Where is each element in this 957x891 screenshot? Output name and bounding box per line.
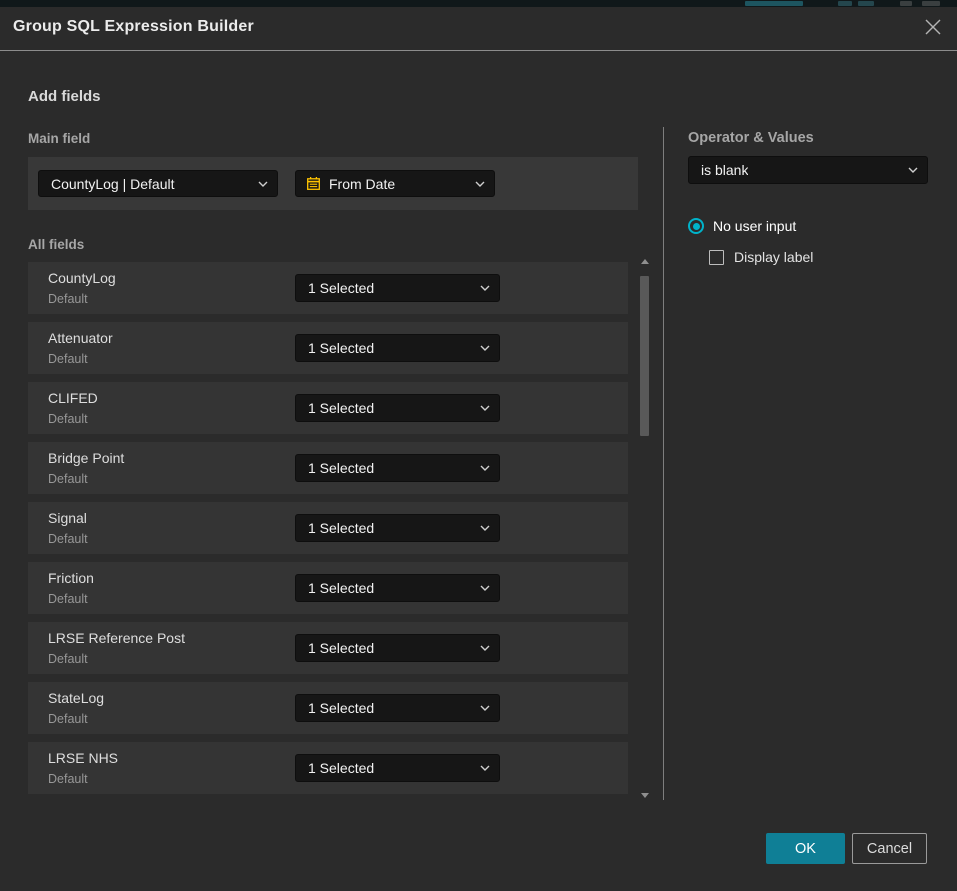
close-button[interactable]	[920, 16, 946, 42]
display-label-checkbox[interactable]: Display label	[709, 249, 813, 265]
field-selected-dropdown[interactable]: 1 Selected	[295, 634, 500, 662]
field-subtitle: Default	[48, 352, 88, 366]
background-fragment	[838, 1, 852, 6]
field-name: StateLog	[48, 690, 104, 706]
scroll-down-arrow-icon[interactable]	[641, 793, 649, 798]
field-subtitle: Default	[48, 712, 88, 726]
field-name: Bridge Point	[48, 450, 124, 466]
field-selected-dropdown[interactable]: 1 Selected	[295, 394, 500, 422]
main-field-field-select[interactable]: From Date	[295, 170, 495, 197]
field-row: Bridge Point Default 1 Selected	[28, 442, 628, 494]
ok-button[interactable]: OK	[766, 833, 845, 864]
field-row: LRSE Reference Post Default 1 Selected	[28, 622, 628, 674]
cancel-button[interactable]: Cancel	[852, 833, 927, 864]
group-sql-expression-builder-dialog: Group SQL Expression Builder Add fields …	[0, 7, 957, 891]
field-name: Signal	[48, 510, 87, 526]
field-subtitle: Default	[48, 532, 88, 546]
field-selected-dropdown[interactable]: 1 Selected	[295, 754, 500, 782]
panel-divider	[663, 127, 664, 800]
list-scrollbar[interactable]	[637, 256, 652, 801]
display-label-label: Display label	[734, 249, 813, 265]
screen: Group SQL Expression Builder Add fields …	[0, 0, 957, 891]
field-name: LRSE NHS	[48, 750, 118, 766]
field-subtitle: Default	[48, 292, 88, 306]
chevron-down-icon	[480, 465, 490, 471]
field-row: CLIFED Default 1 Selected	[28, 382, 628, 434]
field-name: CountyLog	[48, 270, 116, 286]
dialog-title: Group SQL Expression Builder	[13, 18, 254, 36]
header-divider	[0, 50, 957, 51]
field-row: LRSE NHS Default 1 Selected	[28, 742, 628, 794]
dialog-header: Group SQL Expression Builder	[0, 7, 957, 50]
main-field-source-select[interactable]: CountyLog | Default	[38, 170, 278, 197]
chevron-down-icon	[480, 525, 490, 531]
chevron-down-icon	[480, 705, 490, 711]
field-row: Friction Default 1 Selected	[28, 562, 628, 614]
scroll-up-arrow-icon[interactable]	[641, 259, 649, 264]
chevron-down-icon	[475, 181, 485, 187]
chevron-down-icon	[480, 405, 490, 411]
radio-selected-icon	[688, 218, 704, 234]
field-selected-value: 1 Selected	[296, 520, 374, 536]
field-row: Signal Default 1 Selected	[28, 502, 628, 554]
field-subtitle: Default	[48, 772, 88, 786]
field-subtitle: Default	[48, 652, 88, 666]
field-subtitle: Default	[48, 472, 88, 486]
field-selected-value: 1 Selected	[296, 400, 374, 416]
background-fragment	[922, 1, 940, 6]
background-fragment	[858, 1, 874, 6]
background-fragment	[745, 1, 803, 6]
field-row: StateLog Default 1 Selected	[28, 682, 628, 734]
chevron-down-icon	[480, 345, 490, 351]
field-selected-dropdown[interactable]: 1 Selected	[295, 694, 500, 722]
background-app-strip	[0, 0, 957, 7]
operator-select[interactable]: is blank	[688, 156, 928, 184]
chevron-down-icon	[908, 167, 918, 173]
field-selected-value: 1 Selected	[296, 760, 374, 776]
field-selected-value: 1 Selected	[296, 580, 374, 596]
field-subtitle: Default	[48, 592, 88, 606]
close-icon	[923, 17, 943, 42]
chevron-down-icon	[480, 285, 490, 291]
chevron-down-icon	[258, 181, 268, 187]
field-name: Attenuator	[48, 330, 113, 346]
field-selected-value: 1 Selected	[296, 700, 374, 716]
main-field-field-value: From Date	[319, 176, 395, 192]
field-selected-value: 1 Selected	[296, 460, 374, 476]
field-selected-value: 1 Selected	[296, 280, 374, 296]
all-fields-list: CountyLog Default 1 Selected Attenuator …	[28, 262, 628, 802]
main-field-label: Main field	[28, 131, 90, 146]
field-name: CLIFED	[48, 390, 98, 406]
field-name: Friction	[48, 570, 94, 586]
no-user-input-label: No user input	[713, 218, 796, 234]
field-selected-value: 1 Selected	[296, 340, 374, 356]
all-fields-label: All fields	[28, 237, 84, 252]
main-field-source-value: CountyLog | Default	[39, 176, 175, 192]
no-user-input-radio[interactable]: No user input	[688, 218, 796, 234]
checkbox-unchecked-icon	[709, 250, 724, 265]
field-selected-dropdown[interactable]: 1 Selected	[295, 274, 500, 302]
chevron-down-icon	[480, 585, 490, 591]
field-selected-dropdown[interactable]: 1 Selected	[295, 574, 500, 602]
field-selected-dropdown[interactable]: 1 Selected	[295, 454, 500, 482]
chevron-down-icon	[480, 645, 490, 651]
field-row: CountyLog Default 1 Selected	[28, 262, 628, 314]
background-fragment	[900, 1, 912, 6]
add-fields-heading: Add fields	[28, 88, 101, 105]
chevron-down-icon	[480, 765, 490, 771]
field-selected-dropdown[interactable]: 1 Selected	[295, 334, 500, 362]
field-selected-value: 1 Selected	[296, 640, 374, 656]
operator-value: is blank	[689, 162, 748, 178]
field-name: LRSE Reference Post	[48, 630, 185, 646]
operator-values-heading: Operator & Values	[688, 130, 814, 146]
field-row: Attenuator Default 1 Selected	[28, 322, 628, 374]
field-subtitle: Default	[48, 412, 88, 426]
scrollbar-thumb[interactable]	[640, 276, 649, 436]
field-selected-dropdown[interactable]: 1 Selected	[295, 514, 500, 542]
